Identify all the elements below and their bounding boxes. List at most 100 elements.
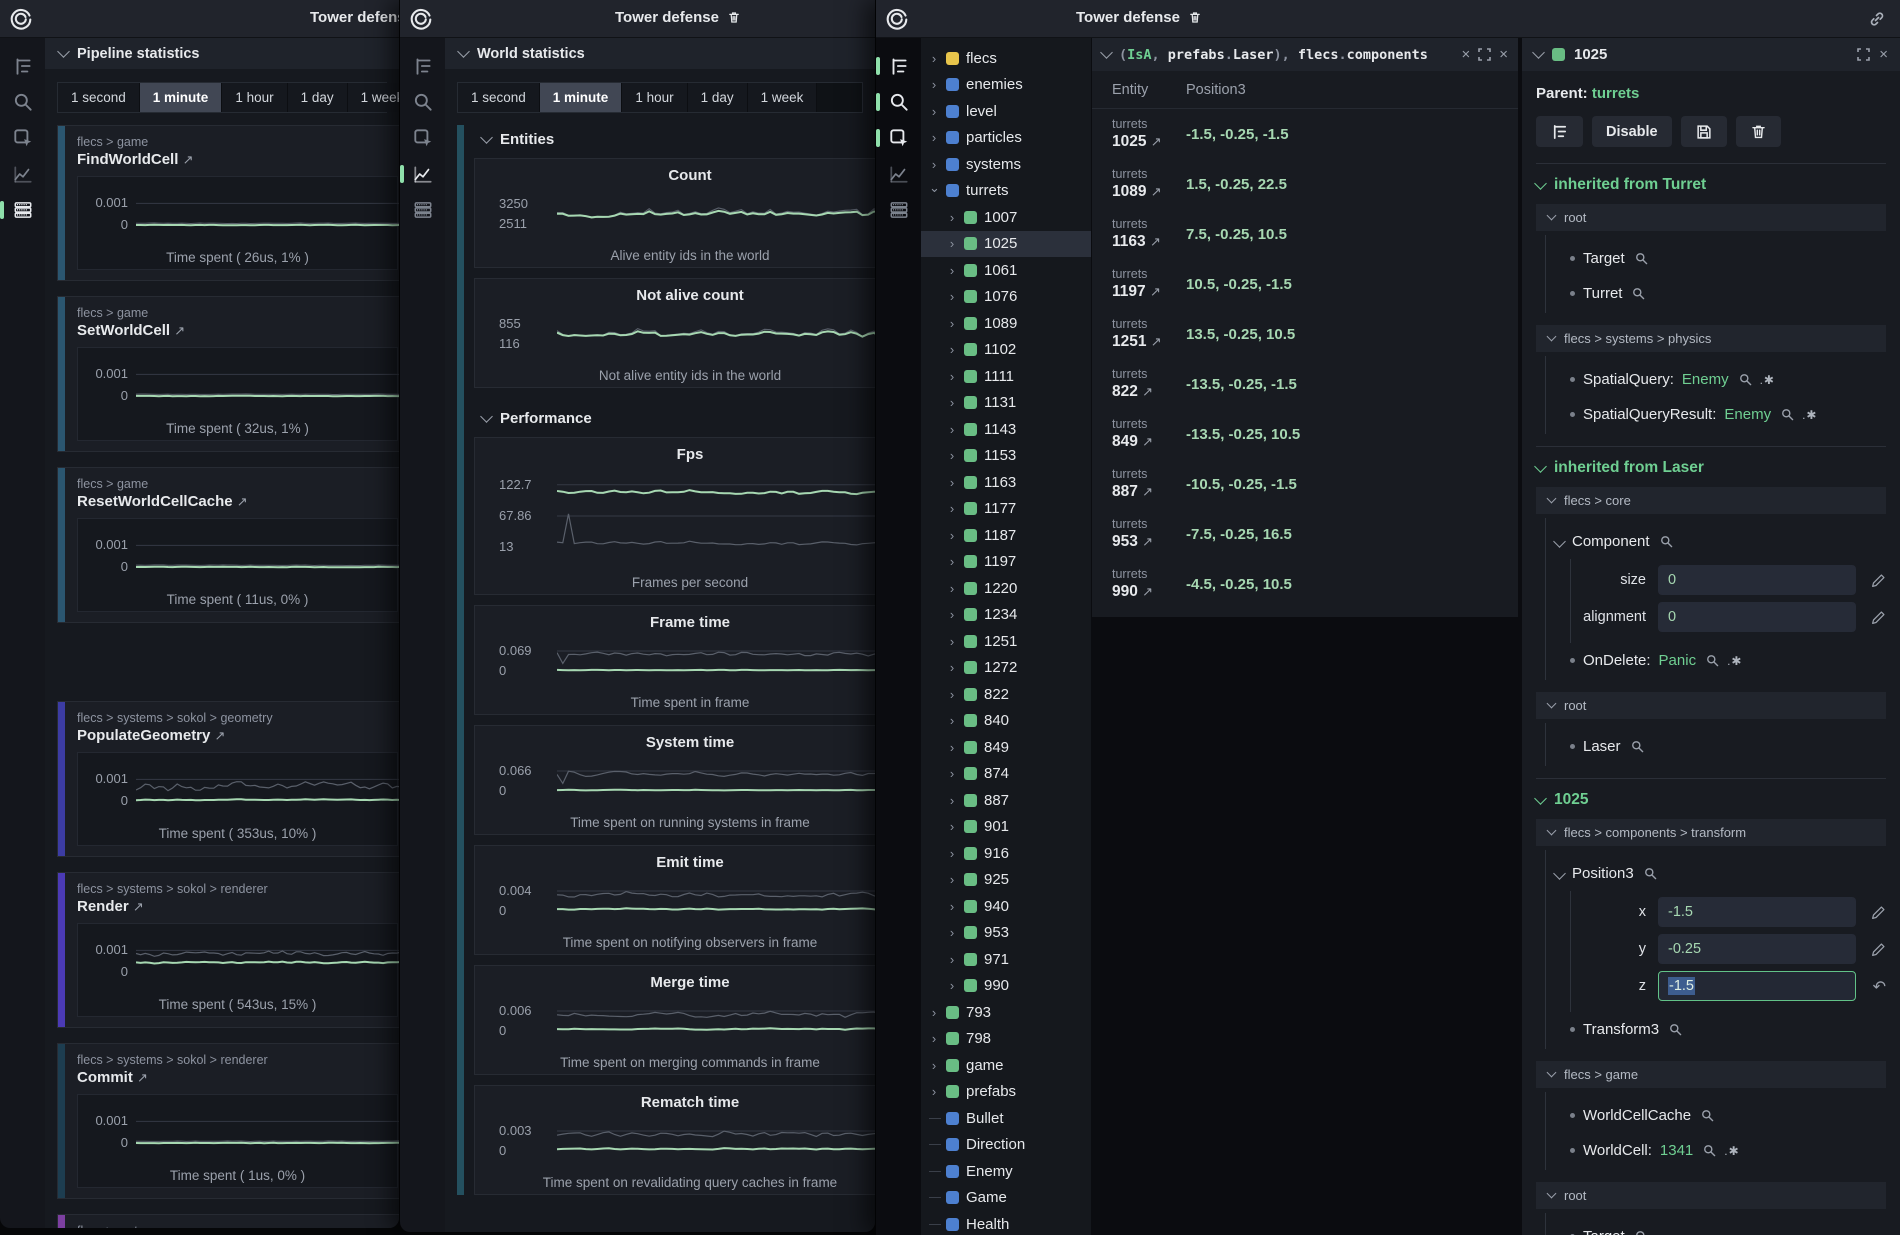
query-result-row[interactable]: turrets1089 ↗1.5, -0.25, 22.5 bbox=[1092, 159, 1518, 209]
tab-1-second[interactable]: 1 second bbox=[58, 83, 140, 112]
tree-item-1089[interactable]: ›1089 bbox=[921, 310, 1091, 337]
module-path-bar[interactable]: flecs > systems > physics bbox=[1536, 325, 1886, 352]
tree-item-1111[interactable]: ›1111 bbox=[921, 363, 1091, 390]
tree-item-1025[interactable]: ›1025 bbox=[921, 231, 1091, 258]
module-path-bar[interactable]: root bbox=[1536, 692, 1886, 719]
field-input-z[interactable]: -1.5 bbox=[1658, 971, 1856, 1001]
tree-item-game[interactable]: ›game bbox=[921, 1052, 1091, 1079]
system-name[interactable]: FindWorldCell ↗ bbox=[77, 151, 398, 168]
tab-1-day[interactable]: 1 day bbox=[288, 83, 348, 112]
parent-link[interactable]: turrets bbox=[1592, 85, 1640, 102]
tab-1-week[interactable]: 1 week bbox=[348, 83, 399, 112]
tree-item-840[interactable]: ›840 bbox=[921, 708, 1091, 735]
query-result-row[interactable]: turrets990 ↗-4.5, -0.25, 10.5 bbox=[1092, 559, 1518, 609]
sidebar-icon-search[interactable] bbox=[405, 84, 441, 120]
module-path-bar[interactable]: root bbox=[1536, 204, 1886, 231]
component-value[interactable]: Enemy bbox=[1724, 406, 1771, 423]
search-icon[interactable] bbox=[1781, 408, 1794, 421]
sidebar-icon-inspect[interactable] bbox=[405, 120, 441, 156]
chevron-right-icon[interactable]: › bbox=[929, 130, 939, 145]
chevron-right-icon[interactable]: › bbox=[947, 422, 957, 437]
chevron-right-icon[interactable]: › bbox=[947, 236, 957, 251]
external-link-icon[interactable]: ↗ bbox=[1150, 234, 1161, 249]
chevron-right-icon[interactable]: › bbox=[947, 846, 957, 861]
tree-item-Game[interactable]: Game bbox=[921, 1185, 1091, 1212]
search-icon[interactable] bbox=[1669, 1023, 1682, 1036]
system-name[interactable]: PopulateGeometry ↗ bbox=[77, 727, 398, 744]
component-item[interactable]: WorldCell:1341.✱ bbox=[1546, 1133, 1886, 1168]
system-name[interactable]: SetWorldCell ↗ bbox=[77, 322, 398, 339]
link-icon[interactable] bbox=[1868, 10, 1886, 28]
component-item[interactable]: SpatialQuery:Enemy.✱ bbox=[1546, 362, 1886, 397]
tree-item-1076[interactable]: ›1076 bbox=[921, 284, 1091, 311]
component-value[interactable]: Panic bbox=[1659, 652, 1697, 669]
tree-item-flecs[interactable]: ›flecs bbox=[921, 45, 1091, 72]
chevron-right-icon[interactable]: › bbox=[947, 316, 957, 331]
panel-header[interactable]: World statistics bbox=[445, 38, 875, 69]
external-link-icon[interactable]: ↗ bbox=[174, 323, 185, 338]
edit-pencil-icon[interactable] bbox=[1856, 942, 1886, 957]
query-result-row[interactable]: turrets822 ↗-13.5, -0.25, -1.5 bbox=[1092, 359, 1518, 409]
component-item[interactable]: Laser bbox=[1546, 729, 1886, 764]
external-link-icon[interactable]: ↗ bbox=[133, 899, 144, 914]
search-icon[interactable] bbox=[1660, 535, 1673, 548]
tab-1-hour[interactable]: 1 hour bbox=[622, 83, 687, 112]
tree-item-990[interactable]: ›990 bbox=[921, 973, 1091, 1000]
chevron-right-icon[interactable]: › bbox=[947, 872, 957, 887]
chevron-right-icon[interactable]: › bbox=[947, 528, 957, 543]
sidebar-icon-inspect[interactable] bbox=[5, 120, 41, 156]
tree-item-916[interactable]: ›916 bbox=[921, 840, 1091, 867]
tree-item-849[interactable]: ›849 bbox=[921, 734, 1091, 761]
search-icon[interactable] bbox=[1635, 1230, 1648, 1235]
chevron-right-icon[interactable]: › bbox=[947, 925, 957, 940]
sidebar-icon-stats[interactable] bbox=[405, 192, 441, 228]
module-path-bar[interactable]: flecs > components > transform bbox=[1536, 819, 1886, 846]
query-result-row[interactable]: turrets1197 ↗10.5, -0.25, -1.5 bbox=[1092, 259, 1518, 309]
tree-item-systems[interactable]: ›systems bbox=[921, 151, 1091, 178]
panel-header[interactable]: Pipeline statistics bbox=[45, 38, 399, 69]
tree-item-1007[interactable]: ›1007 bbox=[921, 204, 1091, 231]
search-icon[interactable] bbox=[1644, 867, 1657, 880]
tree-item-1163[interactable]: ›1163 bbox=[921, 469, 1091, 496]
expand-query-icon[interactable] bbox=[1478, 48, 1491, 61]
chevron-down-icon[interactable] bbox=[1553, 867, 1566, 880]
chevron-right-icon[interactable]: › bbox=[947, 740, 957, 755]
module-path-bar[interactable]: root bbox=[1536, 1182, 1886, 1209]
field-input-alignment[interactable]: 0 bbox=[1658, 602, 1856, 632]
external-link-icon[interactable]: ↗ bbox=[1142, 434, 1153, 449]
tree-item-Direction[interactable]: Direction bbox=[921, 1132, 1091, 1159]
sidebar-icon-chart[interactable] bbox=[5, 156, 41, 192]
chevron-right-icon[interactable]: › bbox=[947, 793, 957, 808]
component-item[interactable]: Component bbox=[1546, 524, 1886, 559]
sidebar-icon-tree[interactable] bbox=[5, 48, 41, 84]
chevron-right-icon[interactable]: › bbox=[929, 1005, 939, 1020]
component-value[interactable]: 1341 bbox=[1660, 1142, 1693, 1159]
clear-query-icon[interactable]: × bbox=[1461, 46, 1470, 63]
tree-item-1061[interactable]: ›1061 bbox=[921, 257, 1091, 284]
tree-item-turrets[interactable]: ⌄turrets bbox=[921, 178, 1091, 205]
tree-item-822[interactable]: ›822 bbox=[921, 681, 1091, 708]
component-value[interactable]: Enemy bbox=[1682, 371, 1729, 388]
tree-item-Enemy[interactable]: Enemy bbox=[921, 1158, 1091, 1185]
search-icon[interactable] bbox=[1701, 1109, 1714, 1122]
tree-item-874[interactable]: ›874 bbox=[921, 761, 1091, 788]
query-result-row[interactable]: turrets953 ↗-7.5, -0.25, 16.5 bbox=[1092, 509, 1518, 559]
tab-1-minute[interactable]: 1 minute bbox=[540, 83, 623, 112]
tab-1-hour[interactable]: 1 hour bbox=[222, 83, 287, 112]
entity-cell[interactable]: turrets1197 ↗ bbox=[1092, 267, 1178, 302]
chevron-right-icon[interactable]: › bbox=[929, 1031, 939, 1046]
tab-1-minute[interactable]: 1 minute bbox=[140, 83, 223, 112]
close-query-icon[interactable]: × bbox=[1499, 46, 1508, 63]
tree-item-enemies[interactable]: ›enemies bbox=[921, 72, 1091, 99]
tree-item-971[interactable]: ›971 bbox=[921, 946, 1091, 973]
field-input-y[interactable]: -0.25 bbox=[1658, 934, 1856, 964]
chevron-right-icon[interactable]: › bbox=[929, 51, 939, 66]
chevron-right-icon[interactable]: › bbox=[947, 581, 957, 596]
tree-item-1197[interactable]: ›1197 bbox=[921, 549, 1091, 576]
trash-icon[interactable] bbox=[727, 10, 741, 25]
chevron-right-icon[interactable]: › bbox=[947, 342, 957, 357]
search-icon[interactable] bbox=[1632, 287, 1645, 300]
external-link-icon[interactable]: ↗ bbox=[183, 152, 194, 167]
entity-cell[interactable]: turrets1089 ↗ bbox=[1092, 167, 1178, 202]
chevron-right-icon[interactable]: › bbox=[929, 1058, 939, 1073]
